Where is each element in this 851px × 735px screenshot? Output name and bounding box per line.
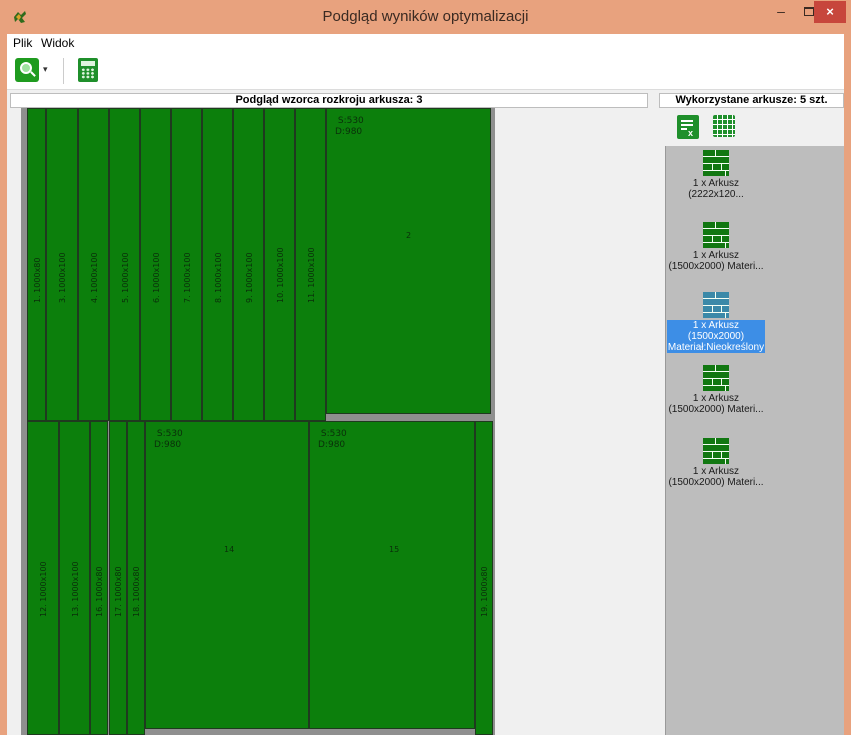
- title-bar[interactable]: Podgląd wyników optymalizacji – ×: [0, 0, 851, 34]
- piece-label: 1. 1000x80: [33, 257, 42, 303]
- cutting-preview-canvas[interactable]: 1. 1000x80 3. 1000x100 4. 1000x100 5. 1000x…: [21, 108, 495, 735]
- sheet-item[interactable]: 1 x Arkusz (1500x2000) Materi...: [666, 438, 766, 488]
- large-piece-15[interactable]: S:530 D:980 15: [309, 421, 475, 729]
- top-strip-piece[interactable]: 7. 1000x100: [171, 108, 202, 421]
- sheet-label: 1 x Arkusz (1500x2000) Materi...: [668, 466, 764, 488]
- bottom-strip-piece[interactable]: 16. 1000x80: [90, 421, 108, 735]
- sheets-toolbar: x: [659, 108, 844, 146]
- top-strip-piece[interactable]: 1. 1000x80: [27, 108, 46, 421]
- sheet-label: 1 x Arkusz (1500x2000) Materi...: [668, 393, 764, 415]
- close-button[interactable]: ×: [814, 1, 846, 23]
- sheet-label: 1 x Arkusz (2222x120...: [688, 178, 744, 200]
- large-piece-2[interactable]: S:530 D:980 2: [326, 108, 491, 414]
- piece-label: 18. 1000x80: [132, 566, 141, 617]
- top-strip-piece[interactable]: 6. 1000x100: [140, 108, 171, 421]
- piece-dimensions: S:530 D:980: [335, 116, 364, 137]
- sheet-item[interactable]: 1 x Arkusz (1500x2000) Materi...: [666, 365, 766, 415]
- piece-label: 11. 1000x100: [307, 247, 316, 303]
- piece-label: 4. 1000x100: [90, 252, 99, 303]
- piece-label: 13. 1000x100: [71, 561, 80, 617]
- menu-widok[interactable]: Widok: [41, 36, 74, 50]
- bottom-strip-piece[interactable]: 17. 1000x80: [109, 421, 127, 735]
- piece-label: 5. 1000x100: [121, 252, 130, 303]
- top-strip-piece[interactable]: 10. 1000x100: [264, 108, 295, 421]
- piece-number: 2: [406, 231, 412, 240]
- sheet-label: 1 x Arkusz (1500x2000) Materiał:Nieokreślo…: [666, 320, 766, 353]
- piece-label: 9. 1000x100: [245, 252, 254, 303]
- top-strip-piece[interactable]: 11. 1000x100: [295, 108, 326, 421]
- piece-label: 19. 1000x80: [480, 566, 489, 617]
- maximize-icon: [804, 7, 814, 16]
- sheet-item[interactable]: 1 x Arkusz (1500x2000) Materiał:Nieokreślo…: [666, 292, 766, 353]
- sheets-list: 1 x Arkusz (2222x120... 1 x Arkusz (1500x20…: [665, 146, 844, 735]
- sheet-item[interactable]: 1 x Arkusz (1500x2000) Materi...: [666, 222, 766, 272]
- piece-label: 12. 1000x100: [39, 561, 48, 617]
- sheet-item[interactable]: 1 x Arkusz (2222x120...: [666, 150, 766, 200]
- sheet-label: 1 x Arkusz (1500x2000) Materi...: [668, 250, 764, 272]
- sheet-icon: [703, 365, 729, 391]
- toolbar: ▾: [7, 52, 844, 90]
- top-strip-piece[interactable]: 9. 1000x100: [233, 108, 264, 421]
- top-strip-piece[interactable]: 4. 1000x100: [78, 108, 109, 421]
- top-strip-piece[interactable]: 8. 1000x100: [202, 108, 233, 421]
- piece-label: 3. 1000x100: [58, 252, 67, 303]
- calculator-icon[interactable]: [78, 58, 98, 82]
- sheet-icon: [703, 222, 729, 248]
- bottom-strip-piece[interactable]: 12. 1000x100: [27, 421, 59, 735]
- zoom-icon[interactable]: [15, 58, 39, 82]
- piece-number: 14: [224, 545, 235, 554]
- sheet-icon: [703, 438, 729, 464]
- piece-dimensions: S:530 D:980: [154, 429, 183, 450]
- sheet-icon: [703, 292, 729, 318]
- preview-header: Podgląd wzorca rozkroju arkusza: 3: [10, 93, 648, 108]
- zoom-dropdown-arrow-icon[interactable]: ▾: [43, 64, 48, 75]
- piece-label: 8. 1000x100: [214, 252, 223, 303]
- remove-list-icon[interactable]: x: [677, 115, 699, 139]
- large-piece-14[interactable]: S:530 D:980 14: [145, 421, 309, 729]
- bottom-strip-piece[interactable]: 18. 1000x80: [127, 421, 145, 735]
- piece-label: 16. 1000x80: [95, 566, 104, 617]
- piece-dimensions: S:530 D:980: [318, 429, 347, 450]
- piece-number: 15: [389, 545, 400, 554]
- piece-label: 10. 1000x100: [276, 247, 285, 303]
- sheet-icon: [703, 150, 729, 176]
- app-window: Podgląd wyników optymalizacji – × Plik W…: [0, 0, 851, 735]
- sheets-header: Wykorzystane arkusze: 5 szt.: [659, 93, 844, 108]
- grid-view-icon[interactable]: [713, 115, 735, 137]
- window-title: Podgląd wyników optymalizacji: [322, 8, 529, 25]
- piece-label: 6. 1000x100: [152, 252, 161, 303]
- top-strip-piece[interactable]: 5. 1000x100: [109, 108, 140, 421]
- top-strip-piece[interactable]: 3. 1000x100: [46, 108, 78, 421]
- piece-label: 7. 1000x100: [183, 252, 192, 303]
- piece-label: 17. 1000x80: [114, 566, 123, 617]
- menu-bar: Plik Widok: [7, 34, 844, 52]
- bottom-strip-piece[interactable]: 19. 1000x80: [475, 421, 493, 735]
- toolbar-separator: [63, 58, 64, 84]
- bottom-strip-piece[interactable]: 13. 1000x100: [59, 421, 90, 735]
- menu-plik[interactable]: Plik: [13, 36, 32, 50]
- minimize-button[interactable]: –: [767, 1, 795, 23]
